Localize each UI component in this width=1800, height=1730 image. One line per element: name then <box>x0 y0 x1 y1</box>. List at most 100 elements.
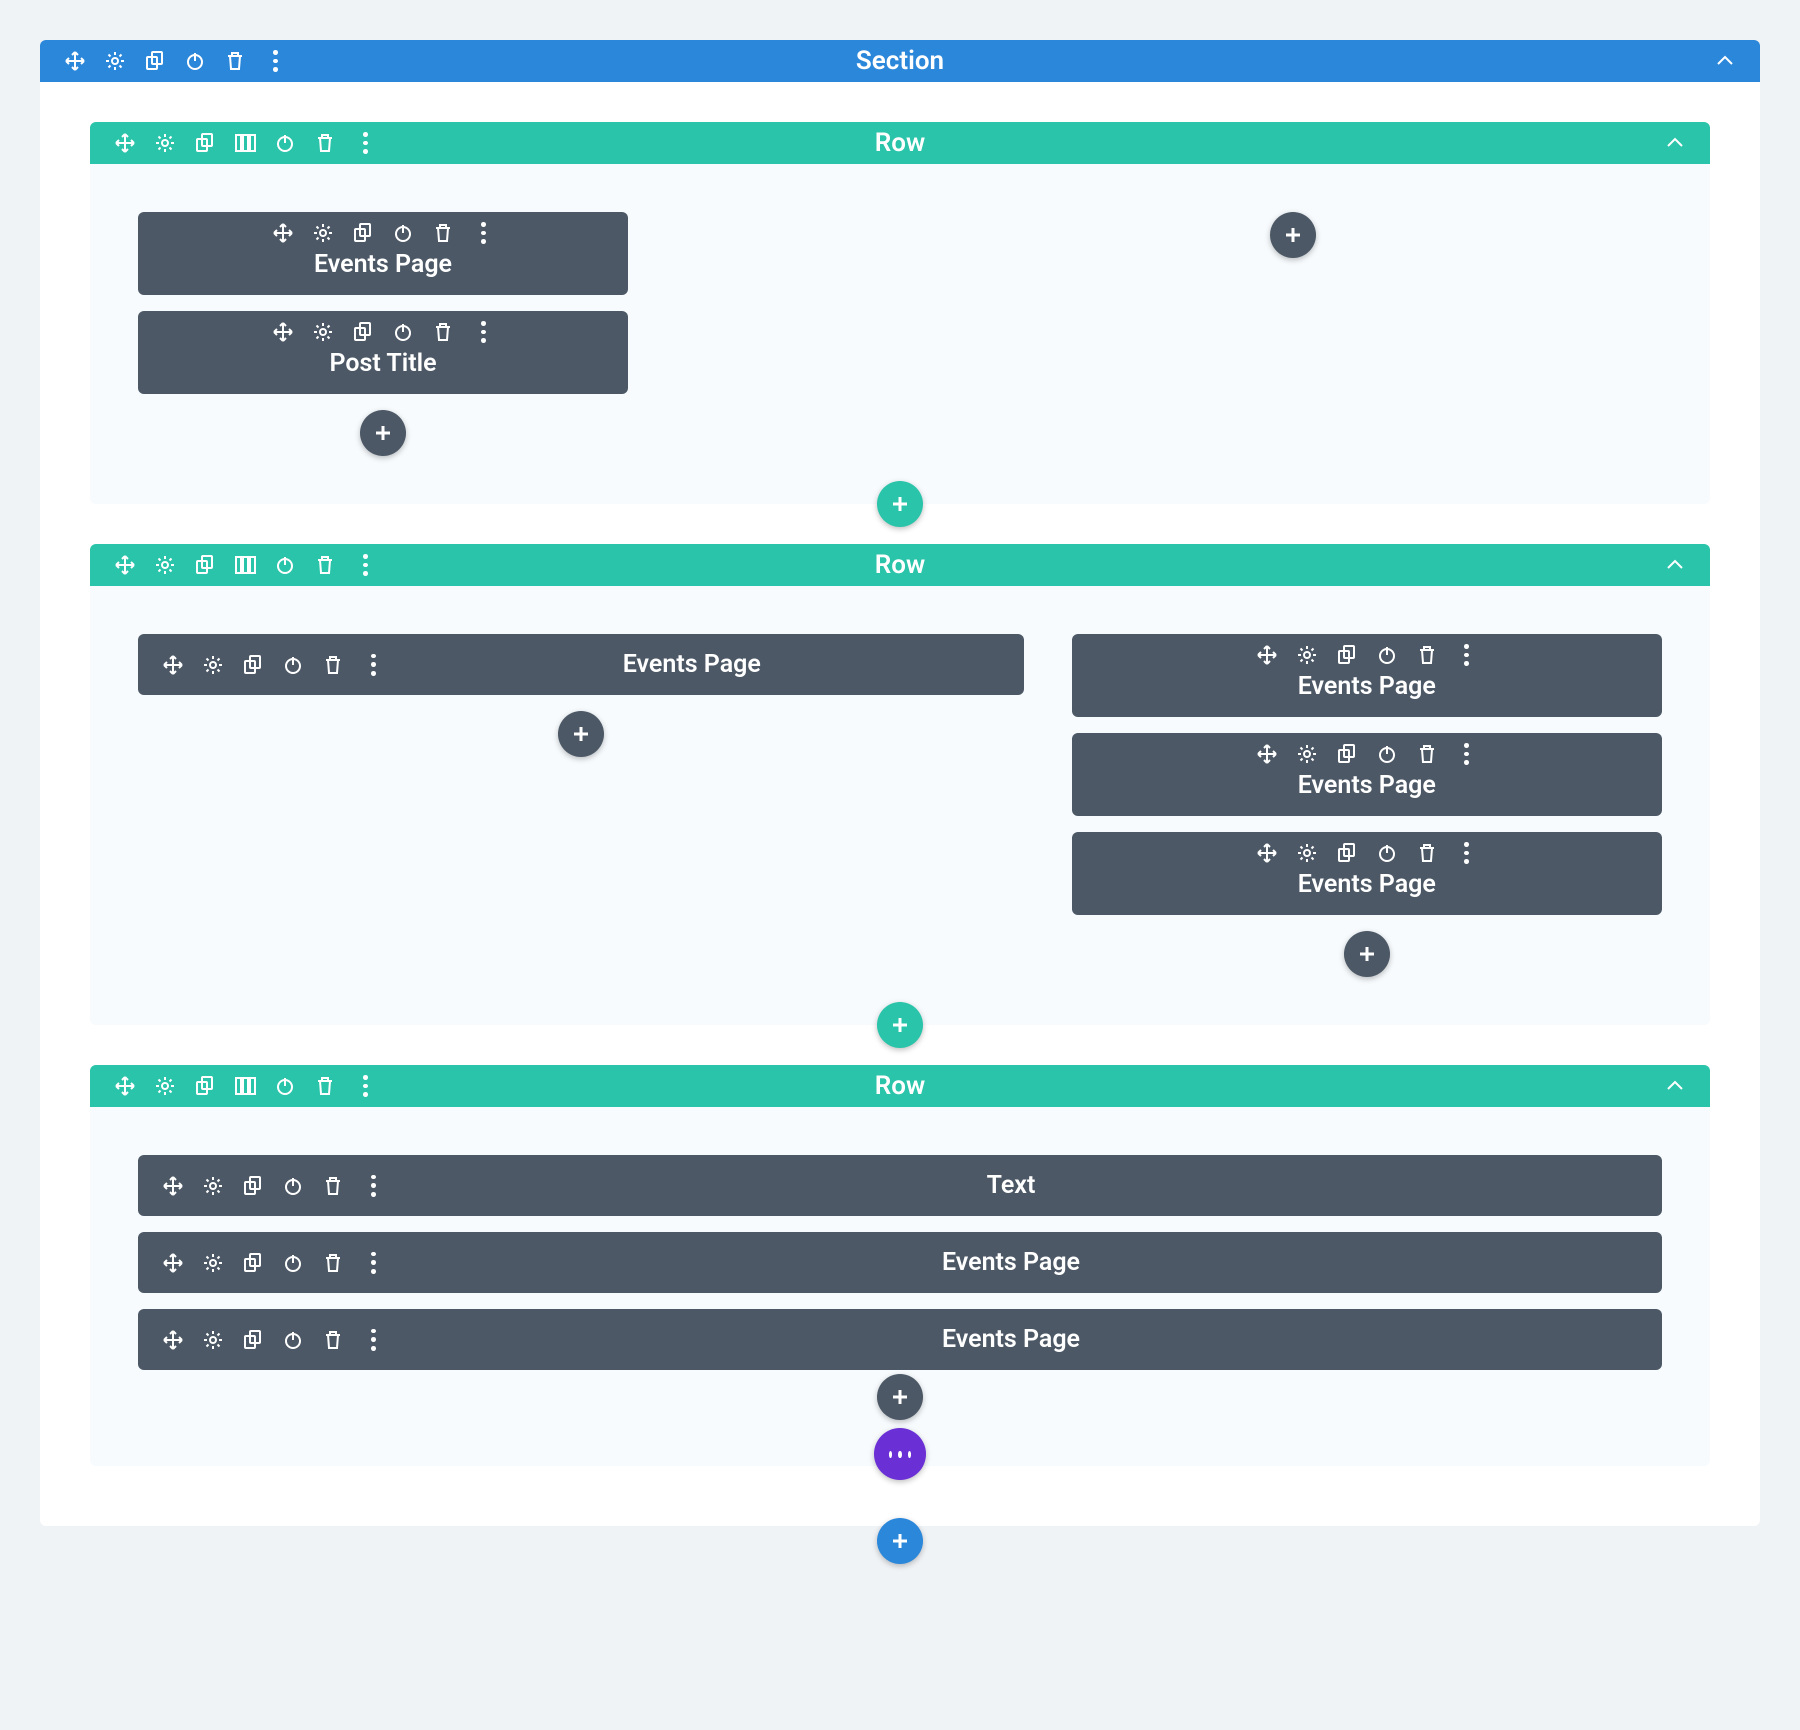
add-module-button[interactable] <box>360 410 406 456</box>
gear-icon[interactable] <box>1296 842 1318 864</box>
gear-icon[interactable] <box>202 1252 224 1274</box>
power-icon[interactable] <box>392 321 414 343</box>
trash-icon[interactable] <box>1416 644 1438 666</box>
move-icon[interactable] <box>162 1175 184 1197</box>
columns-icon[interactable] <box>234 1075 256 1097</box>
gear-icon[interactable] <box>1296 644 1318 666</box>
module[interactable]: Events Page <box>1072 733 1662 816</box>
add-row-button[interactable] <box>877 1002 923 1048</box>
duplicate-icon[interactable] <box>242 1175 264 1197</box>
add-module-button[interactable] <box>1270 212 1316 258</box>
duplicate-icon[interactable] <box>242 1252 264 1274</box>
module[interactable]: Text <box>138 1155 1662 1216</box>
gear-icon[interactable] <box>312 321 334 343</box>
more-icon[interactable] <box>354 1075 376 1097</box>
duplicate-icon[interactable] <box>194 132 216 154</box>
duplicate-icon[interactable] <box>1336 842 1358 864</box>
trash-icon[interactable] <box>314 132 336 154</box>
power-icon[interactable] <box>274 1075 296 1097</box>
module[interactable]: Events Page <box>138 1232 1662 1293</box>
more-icon[interactable] <box>354 554 376 576</box>
trash-icon[interactable] <box>322 1252 344 1274</box>
duplicate-icon[interactable] <box>352 321 374 343</box>
move-icon[interactable] <box>1256 743 1278 765</box>
move-icon[interactable] <box>114 132 136 154</box>
move-icon[interactable] <box>162 1329 184 1351</box>
power-icon[interactable] <box>392 222 414 244</box>
gear-icon[interactable] <box>202 654 224 676</box>
duplicate-icon[interactable] <box>194 554 216 576</box>
move-icon[interactable] <box>114 1075 136 1097</box>
columns-icon[interactable] <box>234 132 256 154</box>
trash-icon[interactable] <box>322 1329 344 1351</box>
add-module-button[interactable] <box>558 711 604 757</box>
gear-icon[interactable] <box>1296 743 1318 765</box>
columns-icon[interactable] <box>234 554 256 576</box>
trash-icon[interactable] <box>432 222 454 244</box>
trash-icon[interactable] <box>224 50 246 72</box>
duplicate-icon[interactable] <box>242 1329 264 1351</box>
gear-icon[interactable] <box>104 50 126 72</box>
power-icon[interactable] <box>274 554 296 576</box>
collapse-icon[interactable] <box>1664 1075 1686 1097</box>
power-icon[interactable] <box>282 654 304 676</box>
gear-icon[interactable] <box>154 132 176 154</box>
collapse-icon[interactable] <box>1714 50 1736 72</box>
power-icon[interactable] <box>282 1329 304 1351</box>
module[interactable]: Post Title <box>138 311 628 394</box>
power-icon[interactable] <box>1376 644 1398 666</box>
trash-icon[interactable] <box>1416 743 1438 765</box>
trash-icon[interactable] <box>314 1075 336 1097</box>
trash-icon[interactable] <box>1416 842 1438 864</box>
gear-icon[interactable] <box>202 1329 224 1351</box>
move-icon[interactable] <box>114 554 136 576</box>
move-icon[interactable] <box>1256 644 1278 666</box>
add-module-button[interactable] <box>877 1374 923 1420</box>
move-icon[interactable] <box>64 50 86 72</box>
power-icon[interactable] <box>282 1252 304 1274</box>
more-icon[interactable] <box>362 654 384 676</box>
trash-icon[interactable] <box>432 321 454 343</box>
power-icon[interactable] <box>282 1175 304 1197</box>
module[interactable]: Events Page <box>1072 832 1662 915</box>
more-icon[interactable] <box>1456 743 1478 765</box>
move-icon[interactable] <box>272 222 294 244</box>
module[interactable]: Events Page <box>138 634 1024 695</box>
power-icon[interactable] <box>1376 842 1398 864</box>
expand-options-button[interactable] <box>874 1428 926 1480</box>
duplicate-icon[interactable] <box>144 50 166 72</box>
trash-icon[interactable] <box>322 1175 344 1197</box>
move-icon[interactable] <box>162 1252 184 1274</box>
duplicate-icon[interactable] <box>1336 743 1358 765</box>
move-icon[interactable] <box>162 654 184 676</box>
duplicate-icon[interactable] <box>352 222 374 244</box>
more-icon[interactable] <box>362 1175 384 1197</box>
trash-icon[interactable] <box>322 654 344 676</box>
more-icon[interactable] <box>362 1252 384 1274</box>
gear-icon[interactable] <box>154 554 176 576</box>
module[interactable]: Events Page <box>138 212 628 295</box>
duplicate-icon[interactable] <box>194 1075 216 1097</box>
add-row-button[interactable] <box>877 481 923 527</box>
module[interactable]: Events Page <box>138 1309 1662 1370</box>
add-section-button[interactable] <box>877 1518 923 1564</box>
power-icon[interactable] <box>1376 743 1398 765</box>
module[interactable]: Events Page <box>1072 634 1662 717</box>
power-icon[interactable] <box>184 50 206 72</box>
collapse-icon[interactable] <box>1664 132 1686 154</box>
collapse-icon[interactable] <box>1664 554 1686 576</box>
more-icon[interactable] <box>1456 842 1478 864</box>
more-icon[interactable] <box>354 132 376 154</box>
more-icon[interactable] <box>264 50 286 72</box>
move-icon[interactable] <box>272 321 294 343</box>
more-icon[interactable] <box>472 222 494 244</box>
more-icon[interactable] <box>1456 644 1478 666</box>
gear-icon[interactable] <box>202 1175 224 1197</box>
power-icon[interactable] <box>274 132 296 154</box>
more-icon[interactable] <box>472 321 494 343</box>
trash-icon[interactable] <box>314 554 336 576</box>
gear-icon[interactable] <box>312 222 334 244</box>
more-icon[interactable] <box>362 1329 384 1351</box>
add-module-button[interactable] <box>1344 931 1390 977</box>
move-icon[interactable] <box>1256 842 1278 864</box>
